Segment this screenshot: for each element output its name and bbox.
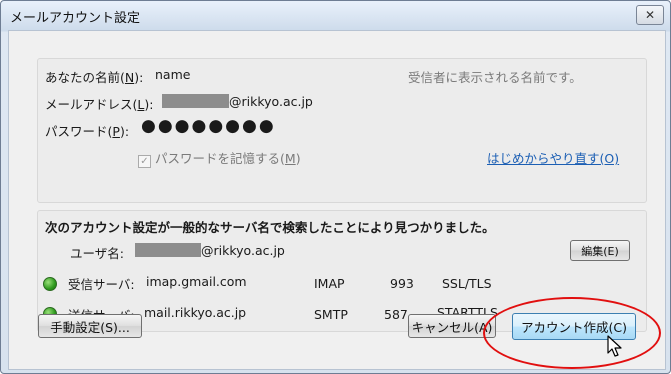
incoming-port: 993 (390, 276, 414, 291)
remember-password-checkbox[interactable]: ✓ パスワードを記憶する(M) (138, 148, 301, 168)
email-field[interactable]: @rikkyo.ac.jp (162, 94, 313, 109)
username-value: @rikkyo.ac.jp (135, 243, 285, 258)
name-field[interactable]: name (155, 67, 190, 82)
name-label: あなたの名前(N): (45, 70, 144, 85)
name-hint: 受信者に表示される名前です。 (408, 70, 582, 85)
title-bar: メールアカウント設定 ✕ (1, 1, 670, 29)
username-label: ユーザ名: (70, 246, 124, 261)
restart-link[interactable]: はじめからやり直す(O) (487, 148, 619, 167)
mouse-cursor-icon (607, 335, 622, 357)
incoming-host: imap.gmail.com (146, 274, 247, 289)
close-icon: ✕ (644, 8, 656, 22)
checkbox-check-icon: ✓ (138, 155, 151, 168)
manual-config-label: 手動設定(S)... (50, 319, 130, 335)
redacted-username (135, 243, 201, 257)
close-button[interactable]: ✕ (636, 5, 664, 25)
incoming-status-icon (43, 277, 57, 291)
cancel-label: キャンセル(A) (411, 319, 493, 335)
password-field[interactable]: ●●●●●●●● (141, 116, 276, 136)
redacted-email-user (162, 94, 229, 108)
outgoing-port: 587 (384, 307, 408, 322)
outgoing-host: mail.rikkyo.ac.jp (144, 305, 247, 320)
password-label: パスワード(P): (45, 124, 130, 139)
incoming-label: 受信サーバ: (68, 277, 135, 292)
mail-account-setup-window: メールアカウント設定 ✕ あなたの名前(N): name 受信者に表示される名前… (0, 0, 671, 374)
edit-button[interactable]: 編集(E) (570, 240, 630, 261)
identity-group: あなたの名前(N): name 受信者に表示される名前です。 メールアドレス(L… (37, 58, 647, 203)
outgoing-protocol: SMTP (314, 307, 348, 322)
incoming-protocol: IMAP (314, 276, 345, 291)
cancel-button[interactable]: キャンセル(A) (408, 314, 496, 338)
edit-button-label: 編集(E) (581, 244, 619, 258)
incoming-security: SSL/TLS (442, 276, 492, 291)
dialog-body: あなたの名前(N): name 受信者に表示される名前です。 メールアドレス(L… (8, 30, 666, 370)
create-account-label: アカウント作成(C) (521, 320, 627, 335)
window-title: メールアカウント設定 (10, 11, 141, 26)
manual-config-button[interactable]: 手動設定(S)... (38, 314, 142, 338)
detected-message: 次のアカウント設定が一般的なサーバ名で検索したことにより見つかりました。 (45, 220, 495, 235)
email-label: メールアドレス(L): (45, 97, 154, 112)
